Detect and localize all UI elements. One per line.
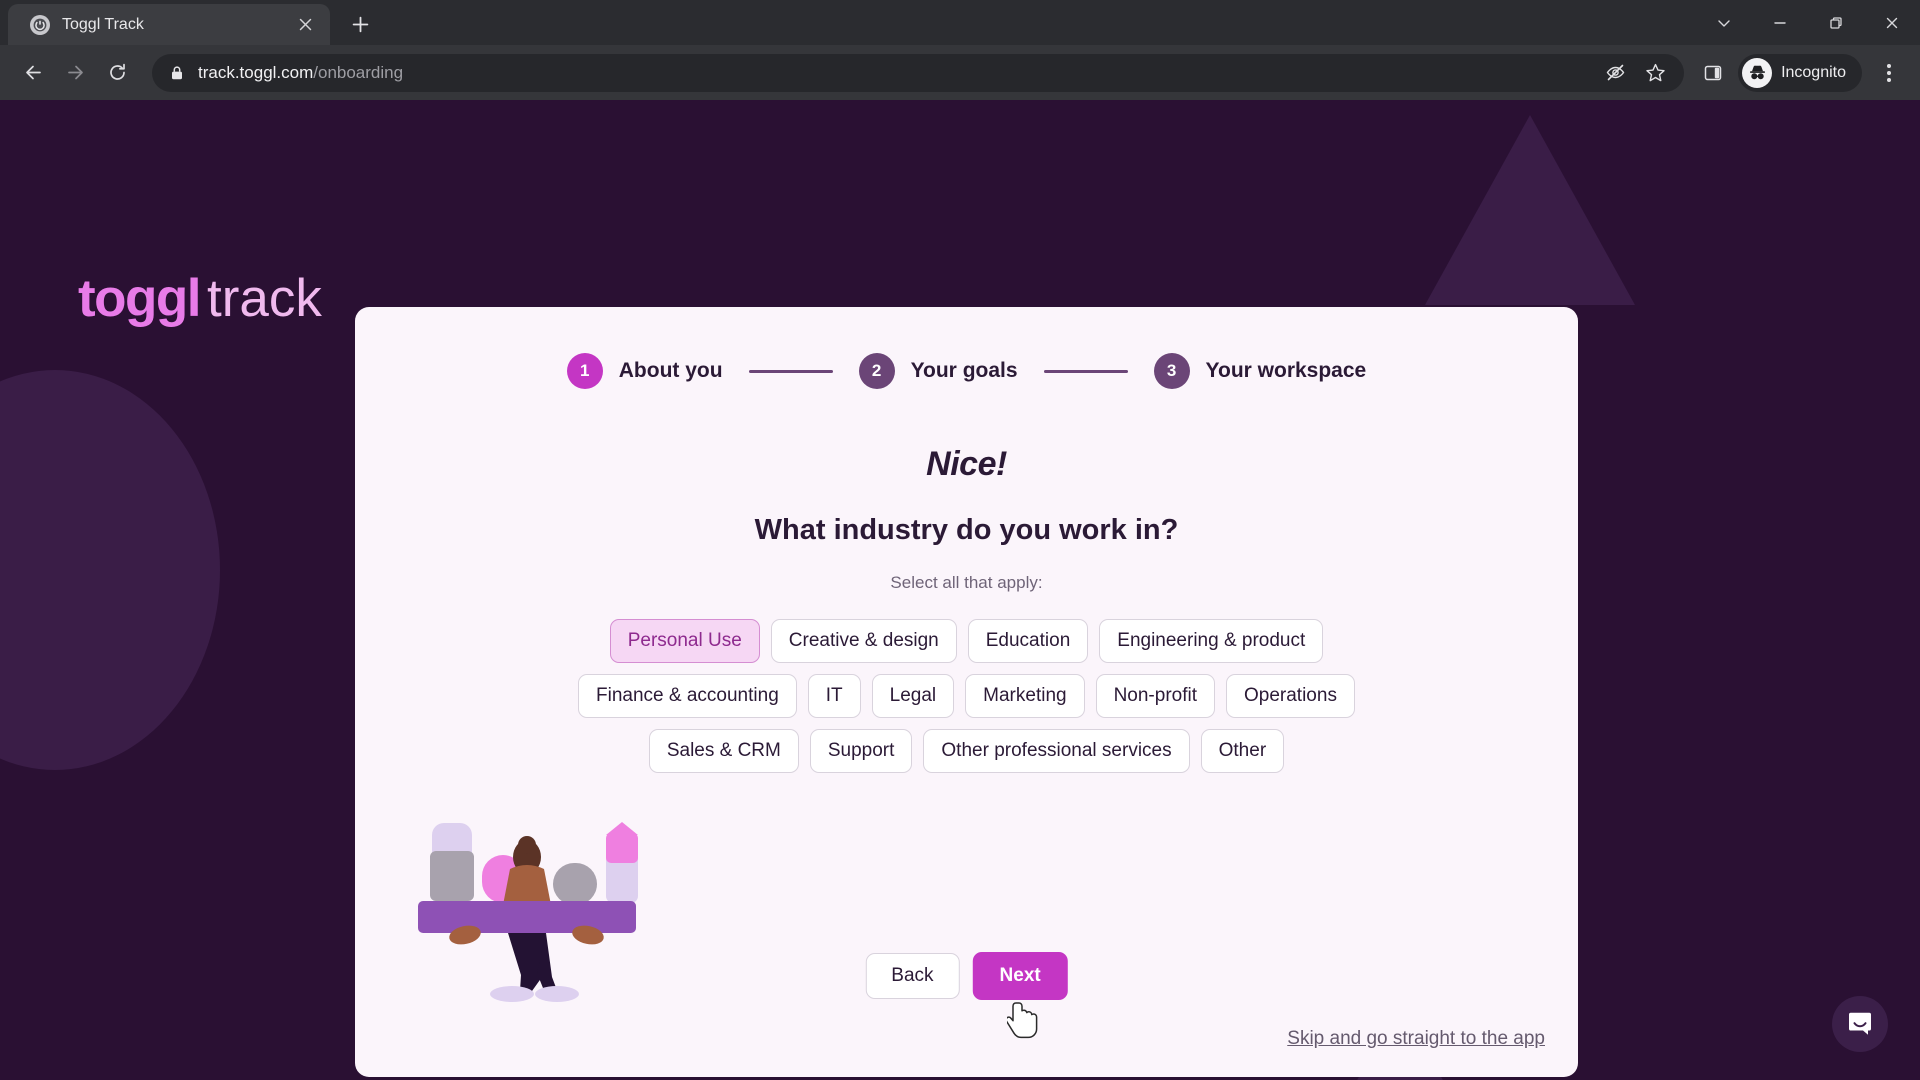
page-title: What industry do you work in? <box>754 514 1179 546</box>
reload-icon[interactable] <box>98 54 136 92</box>
chip-engineering-product[interactable]: Engineering & product <box>1099 619 1324 663</box>
step-label: About you <box>618 359 723 382</box>
card-actions: Back Next <box>865 952 1068 1000</box>
address-bar[interactable]: track.toggl.com/onboarding <box>152 53 1685 92</box>
background-circle-decoration <box>0 370 220 770</box>
chip-other-professional-services[interactable]: Other professional services <box>923 728 1190 773</box>
chip-row: Finance & accounting IT Legal Marketing … <box>578 673 1355 718</box>
next-button[interactable]: Next <box>972 952 1068 1000</box>
url-domain: track.toggl.com <box>198 62 314 82</box>
incognito-label: Incognito <box>1781 63 1846 81</box>
back-arrow-icon[interactable] <box>14 54 52 92</box>
background-triangle-decoration-top <box>1425 115 1635 305</box>
forward-arrow-icon <box>56 54 94 92</box>
browser-toolbar: track.toggl.com/onboarding Incognito <box>0 45 1920 100</box>
chip-support[interactable]: Support <box>809 728 913 773</box>
selection-hint: Select all that apply: <box>890 573 1043 592</box>
chip-row: Sales & CRM Support Other professional s… <box>648 728 1285 773</box>
step-number: 1 <box>566 353 603 389</box>
star-icon[interactable] <box>1642 60 1668 86</box>
onboarding-card: 1 About you 2 Your goals 3 Your workspac… <box>355 307 1578 1077</box>
step-number: 2 <box>858 353 895 389</box>
tab-strip: Toggl Track <box>0 0 1920 45</box>
greeting-text: Nice! <box>926 445 1007 483</box>
browser-window: Toggl Track track.toggl.com/onboarding I… <box>0 0 1920 1080</box>
tab-title: Toggl Track <box>62 15 144 33</box>
browser-tab[interactable]: Toggl Track <box>8 4 330 45</box>
chip-sales-crm[interactable]: Sales & CRM <box>648 728 799 773</box>
window-close-icon[interactable] <box>1864 0 1920 45</box>
chip-other[interactable]: Other <box>1200 728 1285 773</box>
new-tab-button[interactable] <box>342 6 378 42</box>
page-viewport: toggl track 1 About you 2 Your goals 3 Yo… <box>0 100 1920 1080</box>
lock-icon <box>170 65 184 81</box>
logo-track-text: track <box>207 269 322 328</box>
chevron-down-icon[interactable] <box>1696 0 1752 45</box>
tab-close-icon[interactable] <box>292 12 318 38</box>
toggl-power-icon <box>30 14 50 35</box>
chip-legal[interactable]: Legal <box>871 673 955 718</box>
industry-chip-group: Personal Use Creative & design Education… <box>355 619 1578 773</box>
skip-to-app-link[interactable]: Skip and go straight to the app <box>1287 1028 1545 1050</box>
chip-finance-accounting[interactable]: Finance & accounting <box>578 673 797 718</box>
chip-education[interactable]: Education <box>967 619 1089 663</box>
chip-non-profit[interactable]: Non-profit <box>1095 673 1215 718</box>
chip-row: Personal Use Creative & design Education… <box>609 619 1324 663</box>
step-label: Your goals <box>910 359 1018 382</box>
incognito-indicator[interactable]: Incognito <box>1738 53 1862 92</box>
person-carrying-blocks-illustration <box>410 807 645 1002</box>
back-button[interactable]: Back <box>865 953 960 999</box>
side-panel-icon[interactable] <box>1694 54 1732 92</box>
chat-bubble-icon[interactable] <box>1832 996 1888 1052</box>
address-bar-url: track.toggl.com/onboarding <box>198 63 1602 83</box>
step-number: 3 <box>1153 353 1190 389</box>
chip-it[interactable]: IT <box>807 673 861 718</box>
window-controls <box>1696 0 1920 45</box>
stepper-step-your-goals[interactable]: 2 Your goals <box>858 353 1018 389</box>
stepper-step-your-workspace[interactable]: 3 Your workspace <box>1153 353 1367 389</box>
logo-toggl-text: toggl <box>78 269 202 328</box>
chip-marketing[interactable]: Marketing <box>965 673 1085 718</box>
minimize-icon[interactable] <box>1752 0 1808 45</box>
url-path: /onboarding <box>313 62 404 82</box>
stepper-connector <box>748 369 833 373</box>
chip-operations[interactable]: Operations <box>1226 673 1355 718</box>
maximize-icon[interactable] <box>1808 0 1864 45</box>
stepper-connector <box>1043 369 1128 373</box>
chip-personal-use[interactable]: Personal Use <box>609 619 760 663</box>
eye-slash-icon[interactable] <box>1602 60 1628 86</box>
onboarding-stepper: 1 About you 2 Your goals 3 Your workspac… <box>355 353 1578 389</box>
stepper-step-about-you[interactable]: 1 About you <box>566 353 723 389</box>
step-label: Your workspace <box>1205 359 1367 382</box>
chip-creative-design[interactable]: Creative & design <box>770 619 957 663</box>
three-dots-menu-icon[interactable] <box>1872 54 1906 92</box>
toggl-track-logo: toggl track <box>78 272 322 325</box>
incognito-hat-icon <box>1742 57 1773 88</box>
